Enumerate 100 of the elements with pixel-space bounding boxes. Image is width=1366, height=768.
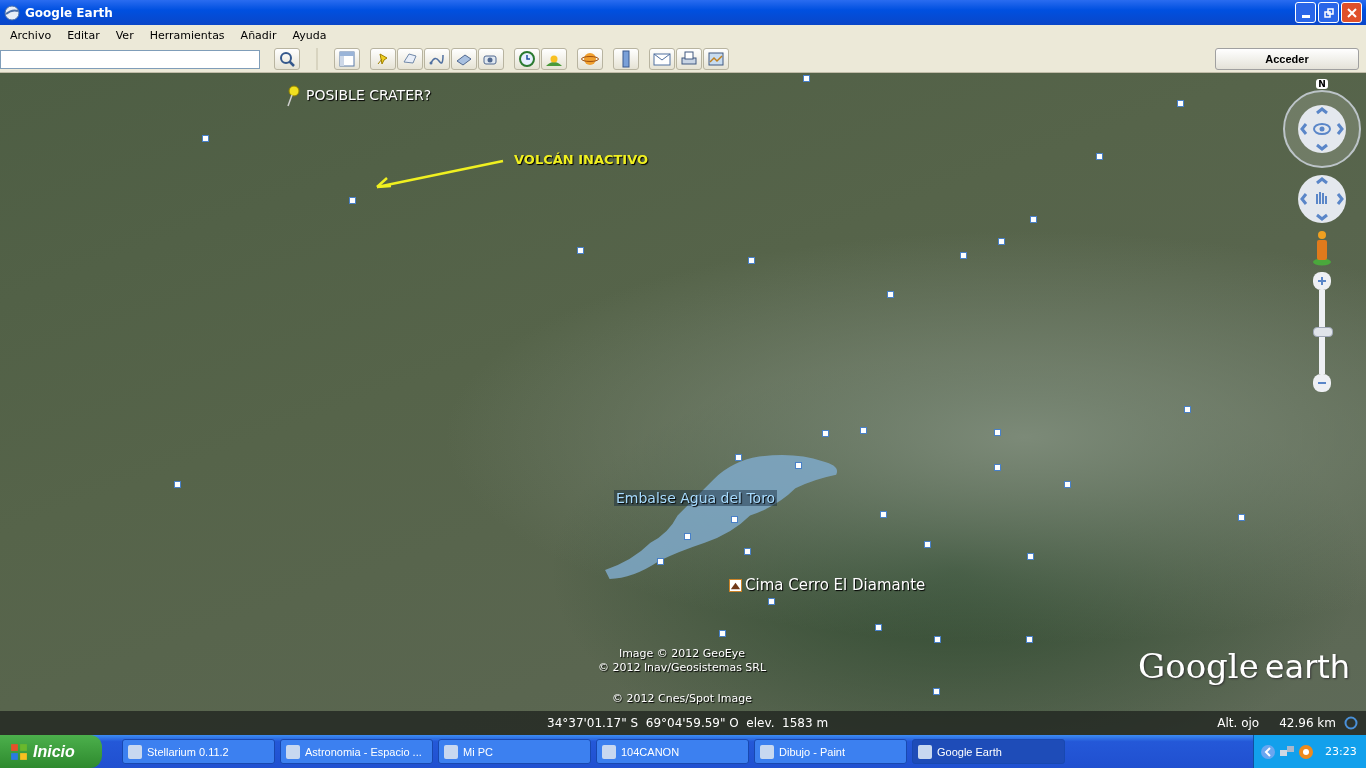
attribution-text: Image © 2012 GeoEye <box>618 647 746 661</box>
place-marker-icon[interactable] <box>822 430 829 437</box>
clock: 23:23 <box>1325 745 1357 758</box>
sign-in-button[interactable]: Acceder <box>1215 48 1359 70</box>
globe-icon <box>4 4 20 21</box>
sidebar-button[interactable] <box>334 48 360 70</box>
pushpin-button[interactable] <box>370 48 396 70</box>
place-marker-icon[interactable] <box>349 197 356 204</box>
coordinates-text: 34°37'01.17" S 69°04'59.59" O elev. 1583 m <box>547 716 829 730</box>
printer-button[interactable] <box>676 48 702 70</box>
place-marker-icon[interactable] <box>731 516 738 523</box>
taskbar-button[interactable]: Stellarium 0.11.2 <box>122 739 275 764</box>
app-icon <box>444 744 458 759</box>
map-image-button[interactable] <box>703 48 729 70</box>
place-marker-icon[interactable] <box>768 598 775 605</box>
attribution-text: © 2012 Inav/Geosistemas SRL <box>597 661 767 675</box>
place-marker-icon[interactable] <box>924 541 931 548</box>
place-marker-icon[interactable] <box>657 558 664 565</box>
place-marker-icon[interactable] <box>994 464 1001 471</box>
place-marker-icon[interactable] <box>795 462 802 469</box>
place-marker-icon[interactable] <box>202 135 209 142</box>
look-joystick-icon[interactable] <box>1297 104 1347 154</box>
camera-button[interactable] <box>478 48 504 70</box>
sidebar-icon <box>338 50 356 68</box>
restore-icon <box>1323 7 1334 18</box>
taskbar-button[interactable]: Astronomia - Espacio ... <box>280 739 433 764</box>
taskbar-button[interactable]: Mi PC <box>438 739 591 764</box>
place-marker-icon[interactable] <box>1096 153 1103 160</box>
sun-button[interactable] <box>541 48 567 70</box>
place-marker-icon[interactable] <box>1184 406 1191 413</box>
place-marker-icon[interactable] <box>1027 553 1034 560</box>
place-marker-icon[interactable] <box>719 630 726 637</box>
eye-altitude-label: Alt. ojo <box>1217 716 1260 730</box>
image-overlay-button[interactable] <box>451 48 477 70</box>
place-marker-icon[interactable] <box>887 291 894 298</box>
path-button[interactable] <box>424 48 450 70</box>
mountain-icon[interactable] <box>729 578 742 592</box>
place-marker-icon[interactable] <box>1238 514 1245 521</box>
loading-ring-icon <box>1344 716 1358 730</box>
place-marker-icon[interactable] <box>684 533 691 540</box>
menu-item[interactable]: Archivo <box>2 29 60 42</box>
zoom-in-icon[interactable] <box>1313 272 1331 290</box>
envelope-icon <box>653 50 671 68</box>
search-field[interactable] <box>0 49 260 69</box>
map-label: VOLCÁN INACTIVO <box>514 151 649 167</box>
place-marker-icon[interactable] <box>994 429 1001 436</box>
app-icon <box>602 744 616 759</box>
place-marker-icon[interactable] <box>1026 636 1033 643</box>
place-marker-icon[interactable] <box>803 75 810 82</box>
minimize-button[interactable] <box>1295 2 1316 23</box>
place-marker-icon[interactable] <box>735 454 742 461</box>
ruler-button[interactable] <box>613 48 639 70</box>
place-marker-icon[interactable] <box>860 427 867 434</box>
map-label: Cima Cerro El Diamante <box>745 576 926 594</box>
planet-button[interactable] <box>577 48 603 70</box>
update-icon[interactable] <box>1298 743 1314 760</box>
north-label: N <box>1316 79 1328 89</box>
app-icon <box>918 744 932 759</box>
search-button[interactable] <box>274 48 300 70</box>
zoom-slider[interactable] <box>1312 272 1332 392</box>
chevron-icon[interactable] <box>1260 743 1276 760</box>
map-image-icon <box>707 50 725 68</box>
place-marker-icon[interactable] <box>1177 100 1184 107</box>
place-marker-icon[interactable] <box>875 624 882 631</box>
clock-button[interactable] <box>514 48 540 70</box>
menu-item[interactable]: Herramientas <box>141 29 233 42</box>
zoom-out-icon[interactable] <box>1313 374 1331 392</box>
place-marker-icon[interactable] <box>960 252 967 259</box>
app-icon <box>128 744 142 759</box>
menu-item[interactable]: Ver <box>107 29 142 42</box>
polygon-button[interactable] <box>397 48 423 70</box>
close-button[interactable] <box>1341 2 1362 23</box>
street-view-person-icon[interactable] <box>1312 230 1332 266</box>
map-label: POSIBLE CRATER? <box>306 87 432 103</box>
place-marker-icon[interactable] <box>934 636 941 643</box>
minimize-icon <box>1301 15 1310 18</box>
place-marker-icon[interactable] <box>1064 481 1071 488</box>
place-marker-icon[interactable] <box>174 481 181 488</box>
taskbar-button[interactable]: 104CANON <box>596 739 749 764</box>
move-joystick-icon[interactable] <box>1297 174 1347 224</box>
printer-icon <box>680 50 698 68</box>
app-icon <box>760 744 774 759</box>
menu-item[interactable]: Ayuda <box>284 29 335 42</box>
zoom-thumb[interactable] <box>1313 327 1333 338</box>
place-marker-icon[interactable] <box>880 511 887 518</box>
restore-button[interactable] <box>1318 2 1339 23</box>
place-marker-icon[interactable] <box>748 257 755 264</box>
place-marker-icon[interactable] <box>933 688 940 695</box>
satellite-map[interactable] <box>0 73 1366 735</box>
place-marker-icon[interactable] <box>998 238 1005 245</box>
google-earth-logo: Google earth <box>1138 646 1351 686</box>
envelope-button[interactable] <box>649 48 675 70</box>
place-marker-icon[interactable] <box>744 548 751 555</box>
taskbar-button[interactable]: Google Earth <box>912 739 1065 764</box>
place-marker-icon[interactable] <box>1030 216 1037 223</box>
menu-item[interactable]: Añadir <box>232 29 285 42</box>
taskbar-button[interactable]: Dibujo - Paint <box>754 739 907 764</box>
eye-altitude-value: 42.96 km <box>1279 716 1336 730</box>
menu-item[interactable]: Editar <box>59 29 108 42</box>
place-marker-icon[interactable] <box>577 247 584 254</box>
